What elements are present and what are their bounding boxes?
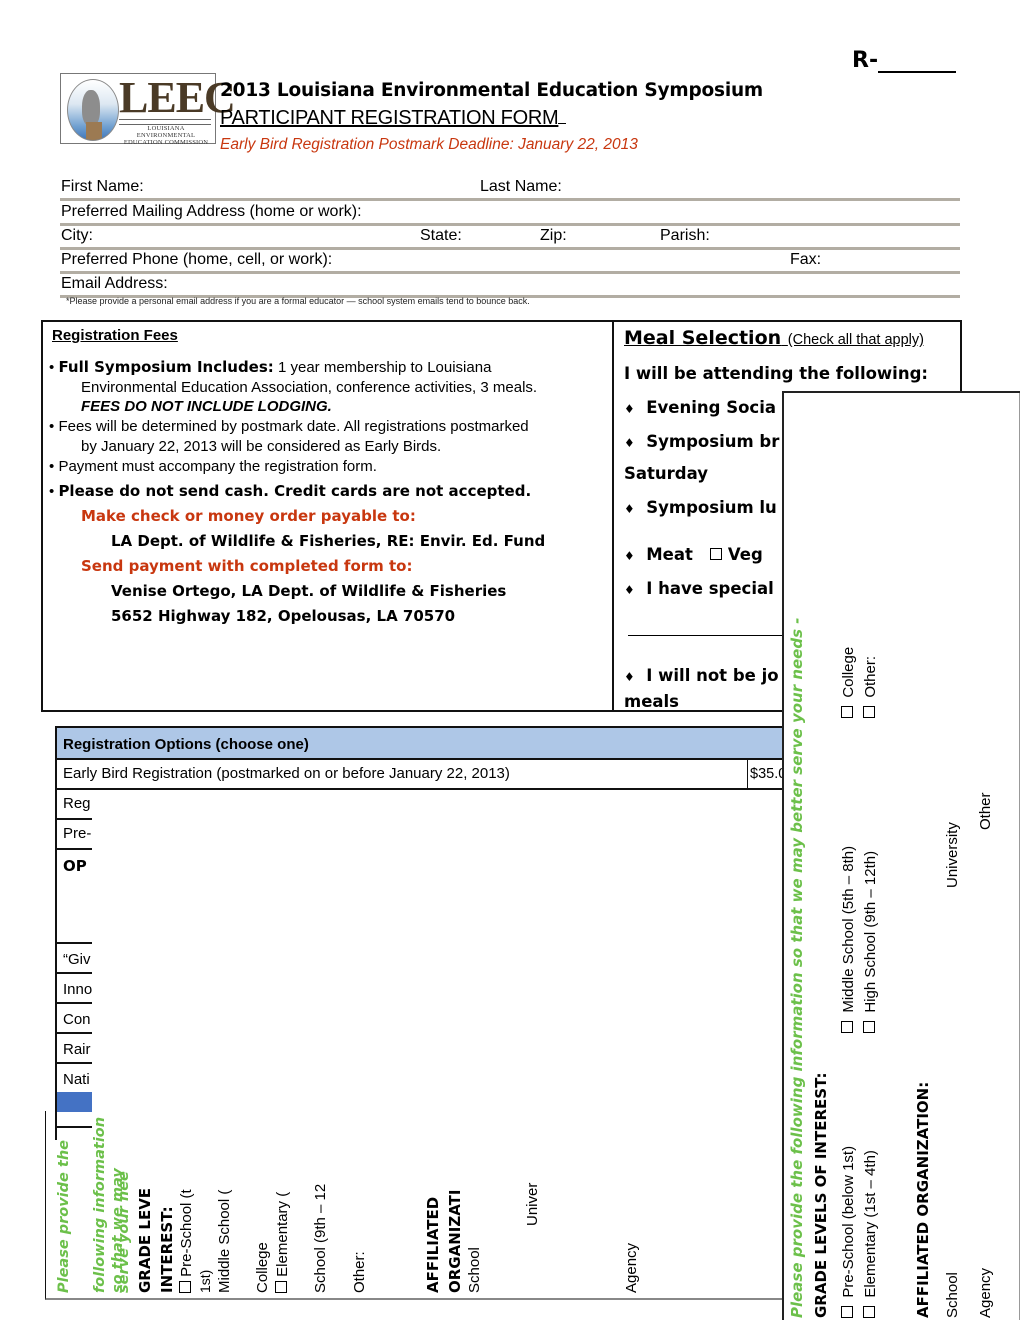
elementary-option[interactable]: Elementary ( xyxy=(274,1192,291,1293)
preschool-option[interactable]: Pre-School (t xyxy=(178,1189,195,1293)
grade-elementary[interactable]: Elementary (1st – 4th) xyxy=(862,1150,879,1318)
no-lodging-note: FEES DO NOT INCLUDE LODGING. xyxy=(81,398,332,415)
org-heading-line2: ORGANIZATI xyxy=(446,1189,464,1294)
registration-options-table: Registration Options (choose one) Early … xyxy=(55,726,792,1140)
last-name-label: Last Name: xyxy=(480,178,562,195)
email-label: Email Address: xyxy=(61,275,168,292)
early-bird-price: $35.0 xyxy=(747,760,786,788)
meal-option-special[interactable]: ♦ I have special xyxy=(624,579,774,598)
org-school-option[interactable]: School xyxy=(466,1247,483,1293)
city-label: City: xyxy=(61,227,93,244)
org-agency[interactable]: Agency xyxy=(977,1268,994,1318)
meal-option-not-joining[interactable]: ♦ I will not be jo xyxy=(624,666,779,685)
option-row[interactable]: Inno xyxy=(57,976,792,1004)
option-row-early-bird[interactable]: Early Bird Registration (postmarked on o… xyxy=(57,760,792,788)
parish-label: Parish: xyxy=(660,227,710,244)
attending-label: I will be attending the following: xyxy=(624,364,928,383)
fees-bullet-1-line2: Environmental Education Association, con… xyxy=(81,379,538,396)
phone-row[interactable]: Preferred Phone (home, cell, or work): F… xyxy=(60,249,960,274)
options-header: Registration Options (choose one) xyxy=(57,726,792,760)
deadline-text: Early Bird Registration Postmark Deadlin… xyxy=(220,136,638,153)
name-row[interactable]: First Name: Last Name: xyxy=(60,176,960,201)
meal-option-breakfast[interactable]: ♦ Symposium br xyxy=(624,432,779,451)
option-row[interactable]: Rair xyxy=(57,1036,792,1064)
option-row[interactable]: Pre- xyxy=(57,820,792,848)
form-number-blank[interactable] xyxy=(878,51,957,73)
veg-checkbox[interactable] xyxy=(710,548,723,560)
email-row[interactable]: Email Address: xyxy=(60,273,960,298)
send-label: Send payment with completed form to: xyxy=(81,557,413,575)
leec-logo: LEEC LOUISIANA ENVIRONMENTAL EDUCATION CO… xyxy=(60,73,236,146)
logo-wordmark: LEEC xyxy=(119,73,236,122)
other-option[interactable]: Other: xyxy=(351,1251,368,1293)
grade-other[interactable]: Other: xyxy=(862,656,879,718)
total-bar xyxy=(57,1092,92,1112)
form-number-prefix: R- xyxy=(852,48,879,73)
org-agency-option[interactable]: Agency xyxy=(623,1243,640,1293)
send-address: 5652 Highway 182, Opelousas, LA 70570 xyxy=(111,607,456,625)
grade-high[interactable]: High School (9th – 12th) xyxy=(862,851,879,1033)
payable-to: LA Dept. of Wildlife & Fisheries, RE: En… xyxy=(111,532,546,550)
mailing-address-label: Preferred Mailing Address (home or work)… xyxy=(61,203,362,220)
fees-bullet-1: • Full Symposium Includes: 1 year member… xyxy=(49,358,492,376)
preschool-first: 1st) xyxy=(197,1269,213,1293)
first-name-label: First Name: xyxy=(61,178,144,195)
grade-heading-line2: INTEREST: xyxy=(158,1206,176,1293)
fees-heading: Registration Fees xyxy=(52,327,178,344)
interest-prompt-line2: following information xyxy=(92,1116,108,1293)
state-label: State: xyxy=(420,227,462,244)
org-university-option[interactable]: Univer xyxy=(524,1183,541,1226)
interest-prompt-right: Please provide the following information… xyxy=(788,617,806,1318)
meal-option-evening-social[interactable]: ♦ Evening Socia xyxy=(624,398,776,417)
meal-option-meat[interactable]: ♦ Meat Veg xyxy=(624,545,763,564)
pelican-icon xyxy=(67,79,119,141)
grade-heading: GRADE LEVE xyxy=(136,1187,154,1293)
college-option[interactable]: College xyxy=(254,1242,271,1293)
interest-panel-right: Please provide the following information… xyxy=(782,391,1020,1320)
meals-label: meals xyxy=(624,692,679,711)
fees-bullet-2-line2: by January 22, 2013 will be considered a… xyxy=(81,438,442,455)
org-heading: AFFILIATED xyxy=(424,1196,442,1293)
fees-bullet-2: • Fees will be determined by postmark da… xyxy=(49,418,529,435)
affiliated-org-heading: AFFILIATED ORGANIZATION: xyxy=(914,1081,932,1318)
registration-fees-box: Registration Fees • Full Symposium Inclu… xyxy=(41,320,613,712)
special-needs-line[interactable] xyxy=(628,635,798,636)
grade-preschool[interactable]: Pre-School (below 1st) xyxy=(840,1146,857,1318)
logo-subtitle: LOUISIANA ENVIRONMENTAL EDUCATION COMMISS… xyxy=(123,125,209,146)
city-state-row[interactable]: City: State: Zip: Parish: xyxy=(60,225,960,250)
send-name: Venise Ortego, LA Dept. of Wildlife & Fi… xyxy=(111,582,507,600)
grade-college[interactable]: College xyxy=(840,647,857,718)
saturday-label: Saturday xyxy=(624,464,708,483)
middle-school-option[interactable]: Middle School ( xyxy=(216,1190,233,1293)
option-row[interactable]: Nati xyxy=(57,1066,792,1094)
option-row[interactable]: OP xyxy=(57,852,792,880)
interest-prompt: Please provide the xyxy=(56,1140,72,1293)
fees-bullet-4: • Please do not send cash. Credit cards … xyxy=(49,482,532,500)
meal-option-lunch[interactable]: ♦ Symposium lu xyxy=(624,498,777,517)
option-row[interactable]: Con xyxy=(57,1006,792,1034)
fees-bullet-3: • Payment must accompany the registratio… xyxy=(49,458,377,475)
high-school-option[interactable]: School (9th – 12 xyxy=(312,1184,329,1293)
payable-label: Make check or money order payable to: xyxy=(81,507,416,525)
zip-label: Zip: xyxy=(540,227,567,244)
option-row[interactable]: “Giv xyxy=(57,946,792,974)
page-title: 2013 Louisiana Environmental Education S… xyxy=(220,80,764,101)
interest-prompt-line4: serve your nee xyxy=(116,1171,132,1293)
fax-label: Fax: xyxy=(790,251,822,268)
phone-label: Preferred Phone (home, cell, or work): xyxy=(61,251,333,268)
interest-panel-left: Please provide the following information… xyxy=(45,1111,791,1300)
email-note: *Please provide a personal email address… xyxy=(66,296,530,306)
form-subtitle: PARTICIPANT REGISTRATION FORM xyxy=(220,107,567,130)
meal-heading: Meal Selection (Check all that apply) xyxy=(624,327,924,349)
org-other[interactable]: Other xyxy=(977,792,994,830)
option-row[interactable]: Reg xyxy=(57,790,792,818)
form-number: R- xyxy=(852,48,957,73)
org-university[interactable]: University xyxy=(944,822,961,888)
org-school[interactable]: School xyxy=(944,1272,961,1318)
mailing-address-row[interactable]: Preferred Mailing Address (home or work)… xyxy=(60,201,960,226)
grade-middle[interactable]: Middle School (5th – 8th) xyxy=(840,846,857,1033)
grade-levels-heading: GRADE LEVELS OF INTEREST: xyxy=(812,1072,830,1318)
